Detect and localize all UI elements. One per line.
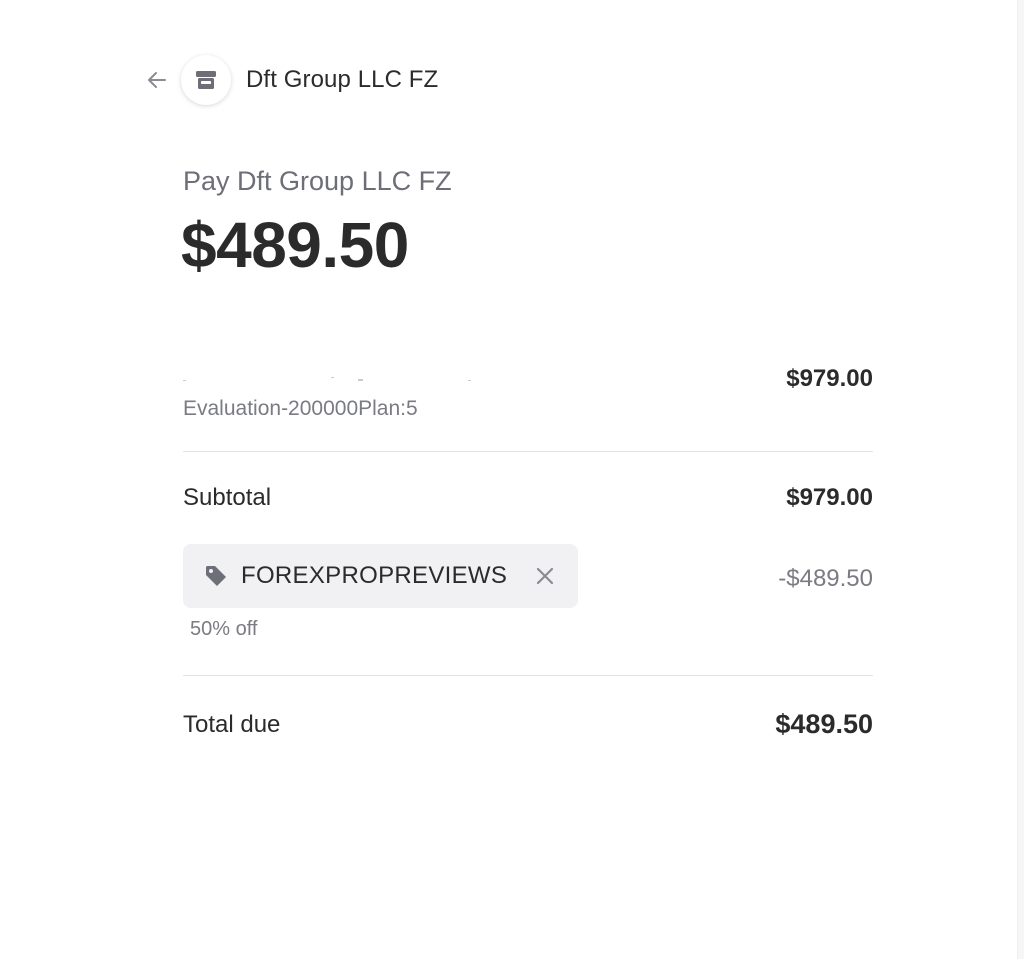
line-item: Evaluation-200000Plan:5 $979.00 — [183, 362, 873, 432]
promo-discount-note: 50% off — [190, 618, 258, 640]
pay-label: Pay Dft Group LLC FZ — [183, 166, 452, 196]
promo-code-text: FOREXPROPREVIEWS — [241, 562, 508, 589]
total-due-value: $489.50 — [775, 709, 873, 739]
arrow-left-icon — [148, 72, 166, 88]
storefront-icon — [196, 71, 216, 89]
payment-amount: $489.50 — [181, 209, 409, 281]
total-due-label: Total due — [183, 711, 281, 738]
line-item-name-obscured — [183, 374, 473, 382]
close-icon — [536, 567, 554, 585]
avatar — [181, 55, 231, 105]
line-item-description: Evaluation-200000Plan:5 — [183, 397, 418, 420]
remove-promo-button[interactable] — [532, 563, 558, 589]
divider — [183, 451, 873, 452]
merchant-header: Dft Group LLC FZ — [143, 54, 438, 106]
line-item-price: $979.00 — [786, 365, 873, 392]
checkout-summary-page: Dft Group LLC FZ Pay Dft Group LLC FZ $4… — [0, 0, 1024, 959]
subtotal-label: Subtotal — [183, 484, 272, 511]
divider — [183, 675, 873, 676]
right-panel-edge — [1017, 0, 1024, 959]
tag-icon — [203, 563, 229, 589]
merchant-name[interactable]: Dft Group LLC FZ — [246, 66, 438, 94]
promo-code-chip[interactable]: FOREXPROPREVIEWS — [183, 544, 578, 608]
subtotal-value: $979.00 — [786, 484, 873, 511]
promo-discount-value: -$489.50 — [778, 565, 873, 592]
back-button[interactable] — [143, 66, 171, 94]
